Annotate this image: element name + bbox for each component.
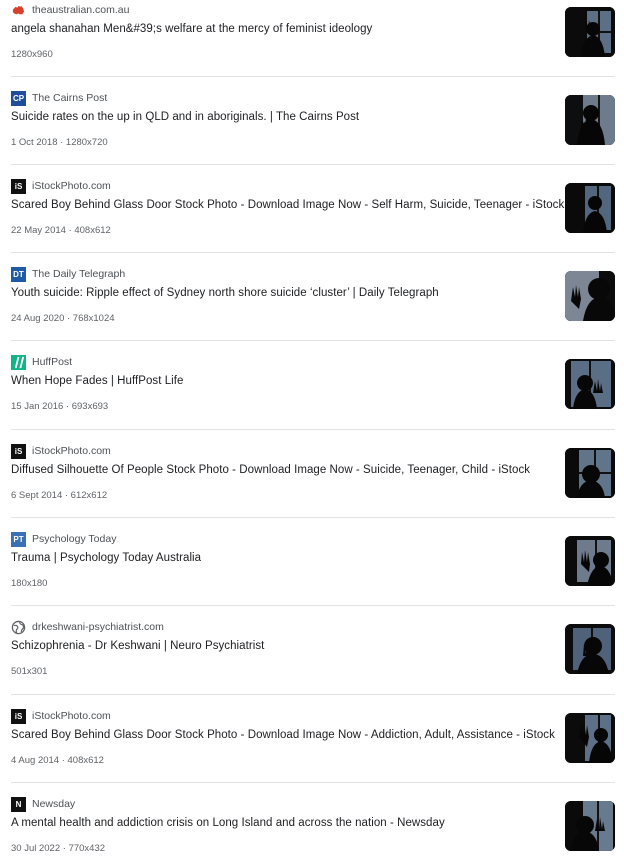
result-source[interactable]: iS iStockPhoto.com xyxy=(11,178,111,194)
divider xyxy=(11,517,615,518)
result-item[interactable]: N Newsday A mental health and addiction cr… xyxy=(11,794,615,859)
result-source-name: The Daily Telegraph xyxy=(32,268,126,280)
result-thumbnail[interactable] xyxy=(565,359,615,409)
result-thumbnail[interactable] xyxy=(565,448,615,498)
result-item[interactable]: iS iStockPhoto.com Diffused Silhouette Of … xyxy=(11,441,615,529)
divider xyxy=(11,694,615,695)
istock-logo-icon: iS xyxy=(11,443,26,459)
result-source-name: iStockPhoto.com xyxy=(32,445,111,457)
result-source[interactable]: CP The Cairns Post xyxy=(11,90,107,106)
result-item[interactable]: iS iStockPhoto.com Scared Boy Behind Glass… xyxy=(11,706,615,794)
result-title-link[interactable]: Youth suicide: Ripple effect of Sydney n… xyxy=(11,287,439,299)
result-title-link[interactable]: Diffused Silhouette Of People Stock Phot… xyxy=(11,464,530,476)
cp-logo-icon: CP xyxy=(11,90,26,106)
divider xyxy=(11,340,615,341)
result-thumbnail[interactable] xyxy=(565,7,615,57)
result-item[interactable]: CP The Cairns Post Suicide rates on the up… xyxy=(11,88,615,176)
result-source-name: Newsday xyxy=(32,798,76,810)
result-meta: 22 May 2014 · 408x612 xyxy=(11,225,111,236)
newsday-logo-icon: N xyxy=(11,796,26,812)
result-source-name: The Cairns Post xyxy=(32,92,108,104)
result-title-link[interactable]: Schizophrenia - Dr Keshwani | Neuro Psyc… xyxy=(11,640,264,652)
result-source[interactable]: N Newsday xyxy=(11,796,75,812)
result-source[interactable]: theaustralian.com.au xyxy=(11,2,129,18)
huffpost-logo-icon xyxy=(11,354,26,370)
result-thumbnail[interactable] xyxy=(565,624,615,674)
result-meta: 501x301 xyxy=(11,666,48,677)
result-source[interactable]: drkeshwani-psychiatrist.com xyxy=(11,619,164,635)
result-source-name: Psychology Today xyxy=(32,533,117,545)
result-meta: 1 Oct 2018 · 1280x720 xyxy=(11,137,108,148)
result-title-link[interactable]: Trauma | Psychology Today Australia xyxy=(11,552,201,564)
result-thumbnail[interactable] xyxy=(565,801,615,851)
istock-logo-icon: iS xyxy=(11,708,26,724)
result-thumbnail[interactable] xyxy=(565,183,615,233)
result-source-name: iStockPhoto.com xyxy=(32,710,111,722)
result-item[interactable]: theaustralian.com.au angela shanahan Men&… xyxy=(11,0,615,88)
divider xyxy=(11,782,615,783)
result-meta: 1280x960 xyxy=(11,49,53,60)
result-item[interactable]: HuffPost When Hope Fades | HuffPost Life 1… xyxy=(11,352,615,440)
result-item[interactable]: drkeshwani-psychiatrist.com Schizophrenia… xyxy=(11,617,615,705)
result-source-name: iStockPhoto.com xyxy=(32,180,111,192)
divider xyxy=(11,252,615,253)
dt-logo-icon: DT xyxy=(11,266,26,282)
result-meta: 180x180 xyxy=(11,578,48,589)
result-title-link[interactable]: A mental health and addiction crisis on … xyxy=(11,817,445,829)
divider xyxy=(11,605,615,606)
result-meta: 4 Aug 2014 · 408x612 xyxy=(11,755,104,766)
result-source[interactable]: PT Psychology Today xyxy=(11,531,116,547)
istock-logo-icon: iS xyxy=(11,178,26,194)
result-meta: 24 Aug 2020 · 768x1024 xyxy=(11,313,115,324)
result-source[interactable]: HuffPost xyxy=(11,354,72,370)
result-thumbnail[interactable] xyxy=(565,713,615,763)
result-source-name: drkeshwani-psychiatrist.com xyxy=(32,621,164,633)
result-title-link[interactable]: angela shanahan Men&#39;s welfare at the… xyxy=(11,23,372,35)
result-title-link[interactable]: Scared Boy Behind Glass Door Stock Photo… xyxy=(11,729,555,741)
divider xyxy=(11,429,615,430)
globe-icon xyxy=(11,620,26,635)
result-thumbnail[interactable] xyxy=(565,271,615,321)
result-title-link[interactable]: Suicide rates on the up in QLD and in ab… xyxy=(11,111,359,123)
result-source-name: HuffPost xyxy=(32,356,73,368)
result-title-link[interactable]: When Hope Fades | HuffPost Life xyxy=(11,375,183,387)
result-item[interactable]: iS iStockPhoto.com Scared Boy Behind Glass… xyxy=(11,176,615,264)
result-item[interactable]: DT The Daily Telegraph Youth suicide: Ripp… xyxy=(11,264,615,352)
result-title-link[interactable]: Scared Boy Behind Glass Door Stock Photo… xyxy=(11,199,564,211)
divider xyxy=(11,164,615,165)
australia-map-icon xyxy=(11,3,26,18)
result-meta: 15 Jan 2016 · 693x693 xyxy=(11,401,109,412)
result-thumbnail[interactable] xyxy=(565,95,615,145)
result-meta: 6 Sept 2014 · 612x612 xyxy=(11,490,108,501)
result-source[interactable]: DT The Daily Telegraph xyxy=(11,266,125,282)
result-source-name: theaustralian.com.au xyxy=(32,4,130,16)
result-meta: 30 Jul 2022 · 770x432 xyxy=(11,843,106,854)
divider xyxy=(11,76,615,77)
pt-logo-icon: PT xyxy=(11,531,26,547)
result-thumbnail[interactable] xyxy=(565,536,615,586)
result-source[interactable]: iS iStockPhoto.com xyxy=(11,443,111,459)
result-item[interactable]: PT Psychology Today Trauma | Psychology To… xyxy=(11,529,615,617)
result-source[interactable]: iS iStockPhoto.com xyxy=(11,708,111,724)
